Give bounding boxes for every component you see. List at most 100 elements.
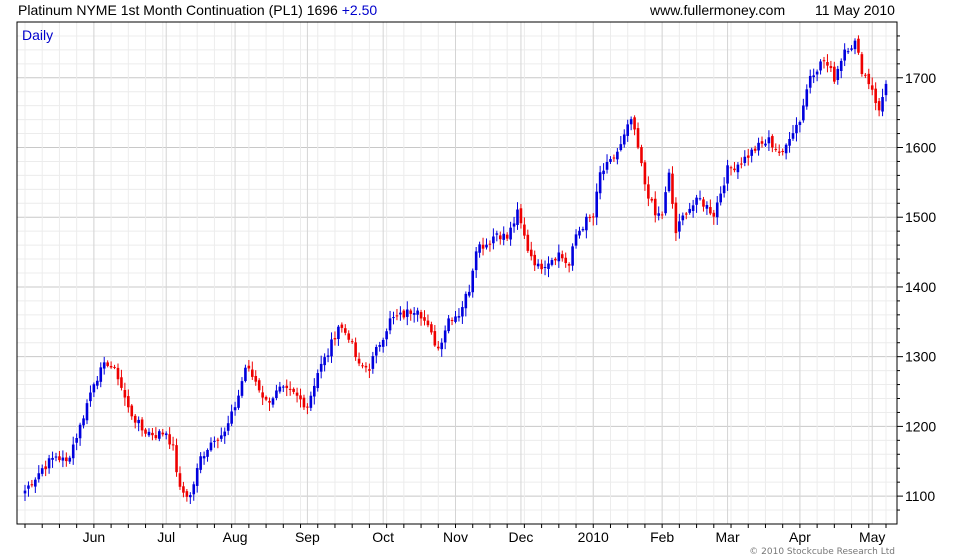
candle-body xyxy=(533,254,537,266)
candle-body xyxy=(37,473,41,480)
candle-body xyxy=(512,223,516,227)
candle-body xyxy=(423,317,426,321)
candle-body xyxy=(213,440,216,442)
candle-body xyxy=(326,355,330,357)
candle-body xyxy=(302,397,306,408)
candle-body xyxy=(595,191,599,218)
candle-body xyxy=(144,429,147,434)
candle-body xyxy=(51,457,54,460)
candle-body xyxy=(833,66,836,82)
candle-body xyxy=(519,208,523,224)
candle-body xyxy=(251,369,254,377)
candle-body xyxy=(99,367,103,382)
candle-body xyxy=(485,244,488,248)
candle-body xyxy=(182,486,185,493)
candle-body xyxy=(309,395,313,408)
candle-body xyxy=(815,71,819,75)
candle-body xyxy=(288,388,292,390)
candle-body xyxy=(829,66,833,69)
candle-body xyxy=(884,83,888,96)
candle-body xyxy=(626,124,629,136)
candle-body xyxy=(471,270,475,293)
candle-body xyxy=(870,85,874,90)
candle-body xyxy=(698,198,702,200)
candle-body xyxy=(319,363,323,372)
candle-body xyxy=(275,390,278,399)
candle-body xyxy=(312,385,316,397)
candle-body xyxy=(843,49,846,61)
candle-body xyxy=(461,307,464,317)
candle-body xyxy=(195,468,199,486)
candle-body xyxy=(457,316,461,318)
candle-body xyxy=(295,392,299,396)
candle-body xyxy=(395,315,399,317)
candle-body xyxy=(347,333,351,340)
candle-body xyxy=(864,74,867,76)
candle-body xyxy=(857,38,860,53)
candle-body xyxy=(58,456,61,461)
candle-body xyxy=(223,431,227,437)
candle-body xyxy=(282,386,285,388)
candle-body xyxy=(371,356,375,369)
candle-body xyxy=(378,345,382,347)
candle-body xyxy=(92,384,96,393)
candle-body xyxy=(175,445,178,473)
candle-body xyxy=(492,236,495,244)
candle-body xyxy=(71,444,75,459)
candle-body xyxy=(523,224,526,236)
candle-body xyxy=(405,309,409,317)
candle-body xyxy=(78,424,82,439)
candle-body xyxy=(23,490,27,494)
x-tick-label: Jul xyxy=(157,529,175,545)
x-tick-label: Nov xyxy=(443,529,468,545)
candle-body xyxy=(330,339,333,357)
candle-body xyxy=(426,320,430,326)
x-tick-label: Feb xyxy=(650,529,674,545)
candle-body xyxy=(464,293,468,309)
candle-body xyxy=(691,205,695,211)
candle-body xyxy=(278,386,282,392)
candle-body xyxy=(436,346,440,349)
candle-body xyxy=(364,365,368,368)
candle-body xyxy=(478,244,481,253)
candle-body xyxy=(664,192,667,214)
candle-body xyxy=(381,339,385,347)
candle-body xyxy=(684,213,688,215)
candle-body xyxy=(368,369,371,371)
y-axis: 1100 1200 1300 1400 1500 1600 1700 xyxy=(897,35,936,511)
candle-body xyxy=(602,170,605,175)
candle-body xyxy=(860,54,864,75)
candle-body xyxy=(564,257,568,264)
candle-body xyxy=(130,405,134,417)
candle-body xyxy=(764,143,767,146)
x-tick-label: Aug xyxy=(223,529,248,545)
candle-body xyxy=(271,398,275,405)
candle-body xyxy=(702,199,705,207)
candle-body xyxy=(361,365,364,367)
candle-body xyxy=(85,403,89,421)
candle-body xyxy=(467,291,471,296)
candle-body xyxy=(757,142,760,151)
candle-body xyxy=(199,456,202,470)
candle-body xyxy=(61,457,65,461)
x-tick-label: Oct xyxy=(372,529,394,545)
candle-body xyxy=(127,396,130,408)
candle-body xyxy=(791,133,795,139)
candle-body xyxy=(154,435,158,439)
x-axis: Jun Jul Aug Sep Oct Nov Dec 2010 Feb Mar Apr May xyxy=(24,524,887,545)
y-tick-label: 1700 xyxy=(905,70,936,86)
candle-body xyxy=(777,151,781,153)
candle-body xyxy=(268,400,271,403)
candle-body xyxy=(622,134,626,145)
candle-body xyxy=(509,227,512,240)
x-tick-label: Apr xyxy=(789,529,811,545)
candle-body xyxy=(140,419,144,431)
candle-body xyxy=(306,406,309,408)
y-tick-label: 1500 xyxy=(905,209,936,225)
candle-body xyxy=(681,215,685,221)
candle-body xyxy=(839,60,843,71)
y-tick-label: 1200 xyxy=(905,418,936,434)
candle-body xyxy=(781,150,784,153)
candle-body xyxy=(540,263,543,270)
candle-body xyxy=(151,432,154,436)
